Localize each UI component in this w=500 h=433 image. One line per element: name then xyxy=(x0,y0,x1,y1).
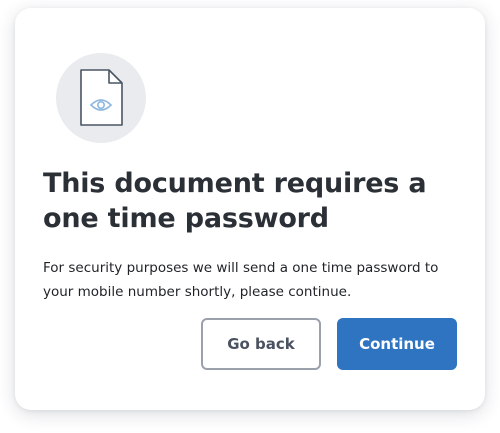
document-eye-icon xyxy=(80,69,123,126)
continue-button[interactable]: Continue xyxy=(337,318,457,370)
otp-dialog: This document requires a one time passwo… xyxy=(15,8,485,410)
dialog-message: For security purposes we will send a one… xyxy=(43,260,439,300)
go-back-button[interactable]: Go back xyxy=(201,318,321,370)
dialog-title: This document requires a one time passwo… xyxy=(43,168,427,234)
document-icon-badge xyxy=(56,53,146,143)
